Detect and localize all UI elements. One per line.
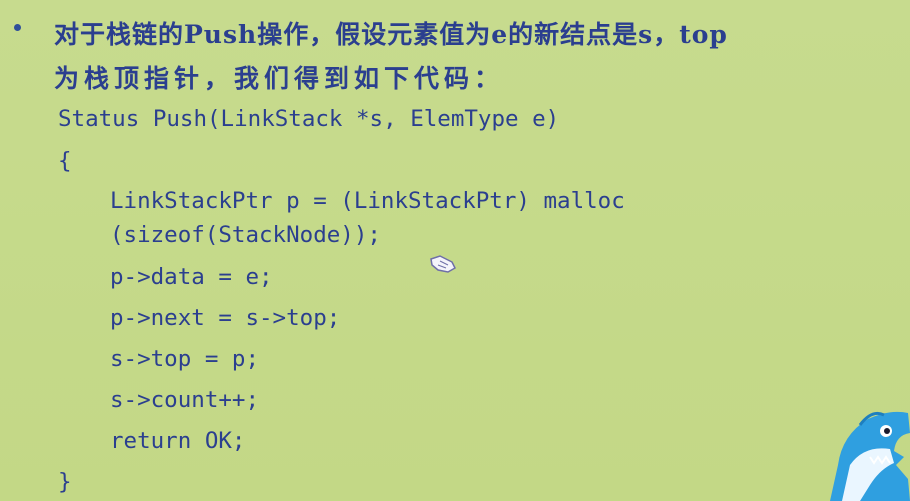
hand-cursor-icon [430, 255, 456, 273]
code-line-sizeof: (sizeof(StackNode)); [110, 222, 381, 248]
shark-mascot-icon [830, 411, 910, 501]
code-line-count: s->count++; [110, 387, 260, 413]
code-line-next: p->next = s->top; [110, 305, 341, 331]
code-line-top: s->top = p; [110, 346, 260, 372]
bullet-text-line-2: 为栈顶指针，我们得到如下代码： [54, 64, 505, 93]
code-line-open-brace: { [58, 148, 72, 174]
slide: 对于栈链的Push操作，假设元素值为e的新结点是s，top 为栈顶指针，我们得到… [0, 0, 910, 501]
code-line-return: return OK; [110, 428, 246, 454]
bullet-dot [14, 24, 21, 31]
code-line-close-brace: } [58, 469, 72, 495]
bullet-text-line-1: 对于栈链的Push操作，假设元素值为e的新结点是s，top [54, 20, 728, 49]
code-line-data: p->data = e; [110, 264, 273, 290]
code-line-malloc: LinkStackPtr p = (LinkStackPtr) malloc [110, 188, 625, 214]
code-line-signature: Status Push(LinkStack *s, ElemType e) [58, 106, 560, 132]
